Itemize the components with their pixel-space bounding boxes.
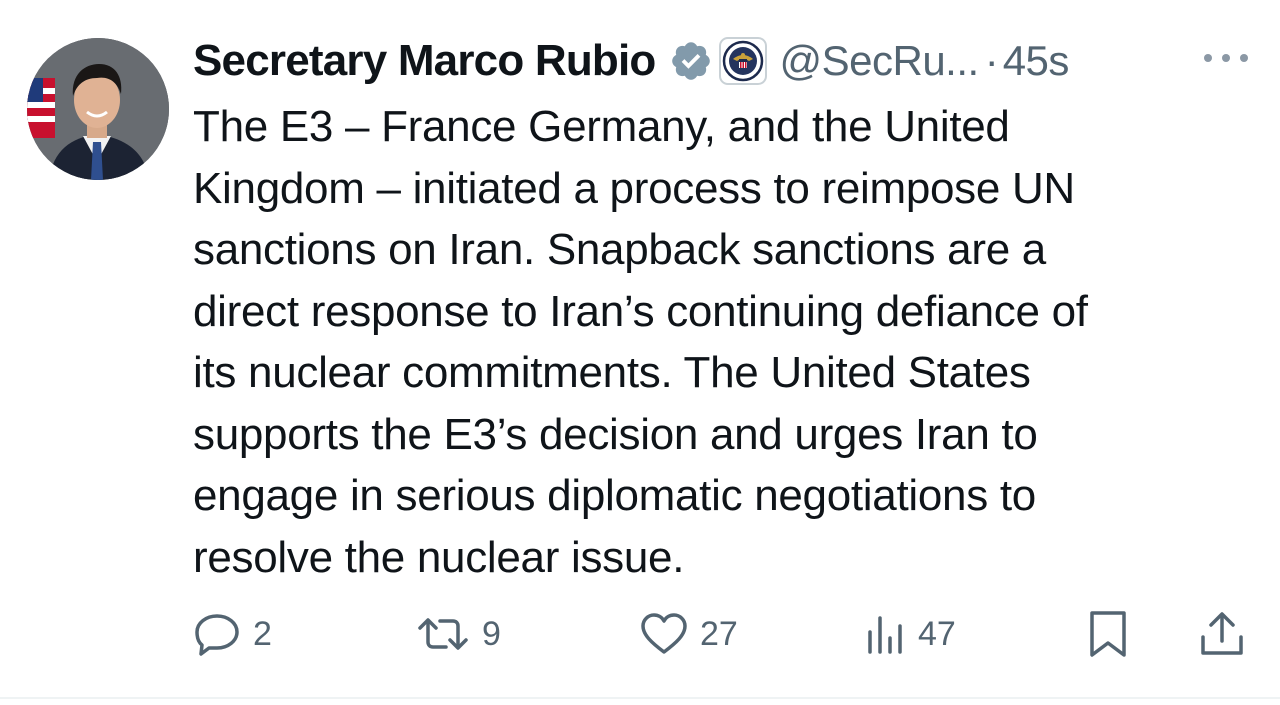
- reply-button[interactable]: 2: [193, 608, 272, 660]
- tweet-text-line: direct response to Iran’s continuing def…: [193, 286, 1088, 336]
- more-options-button[interactable]: [1204, 46, 1248, 70]
- views-icon: [868, 616, 902, 654]
- views-count: 47: [918, 614, 956, 653]
- tweet-header: Secretary Marco Rubio @SecRu... · 45s: [193, 33, 1253, 89]
- repost-count: 9: [482, 614, 501, 653]
- avatar[interactable]: [27, 38, 169, 180]
- header-separator: ·: [984, 37, 999, 84]
- views-button[interactable]: 47: [864, 608, 956, 660]
- tweet-text-line: engage in serious diplomatic negotiation…: [193, 471, 1036, 520]
- tweet-text-line: supports the E3’s decision and urges Ira…: [193, 409, 1038, 459]
- tweet-text: The E3 – France Germany, and the United …: [193, 96, 1233, 588]
- verified-badge-icon[interactable]: [669, 39, 713, 83]
- tweet-card[interactable]: Secretary Marco Rubio @SecRu... · 45s Th…: [0, 0, 1280, 697]
- more-dot-icon: [1222, 54, 1230, 62]
- like-count: 27: [700, 614, 738, 653]
- bookmark-button[interactable]: [1086, 608, 1130, 660]
- tweet-text-line: sanctions on Iran. Snapback sanctions ar…: [193, 225, 1046, 274]
- tweet-divider: [0, 697, 1280, 699]
- tweet-timestamp[interactable]: 45s: [1003, 37, 1070, 85]
- repost-button[interactable]: 9: [414, 608, 501, 660]
- tweet-text-line: its nuclear commitments. The United Stat…: [193, 348, 1031, 397]
- like-button[interactable]: 27: [638, 608, 738, 660]
- reply-count: 2: [253, 614, 272, 653]
- bookmark-icon: [1090, 611, 1126, 657]
- author-display-name[interactable]: Secretary Marco Rubio: [193, 36, 656, 86]
- tweet-text-line: resolve the nuclear issue.: [193, 532, 685, 582]
- repost-icon: [418, 618, 468, 650]
- heart-icon: [641, 613, 687, 654]
- more-dot-icon: [1240, 54, 1248, 62]
- more-dot-icon: [1204, 54, 1212, 62]
- state-department-seal-icon[interactable]: [719, 37, 768, 85]
- reply-icon: [195, 614, 239, 656]
- share-icon: [1201, 612, 1243, 655]
- tweet-text-line: Kingdom – initiated a process to reimpos…: [193, 163, 1075, 213]
- avatar-photo: [27, 38, 169, 180]
- author-handle[interactable]: @SecRu...: [779, 37, 979, 85]
- share-button[interactable]: [1198, 608, 1246, 660]
- tweet-action-bar: 2 9 27 47: [0, 608, 1280, 660]
- tweet-text-line: The E3 – France Germany, and the United: [193, 102, 1010, 151]
